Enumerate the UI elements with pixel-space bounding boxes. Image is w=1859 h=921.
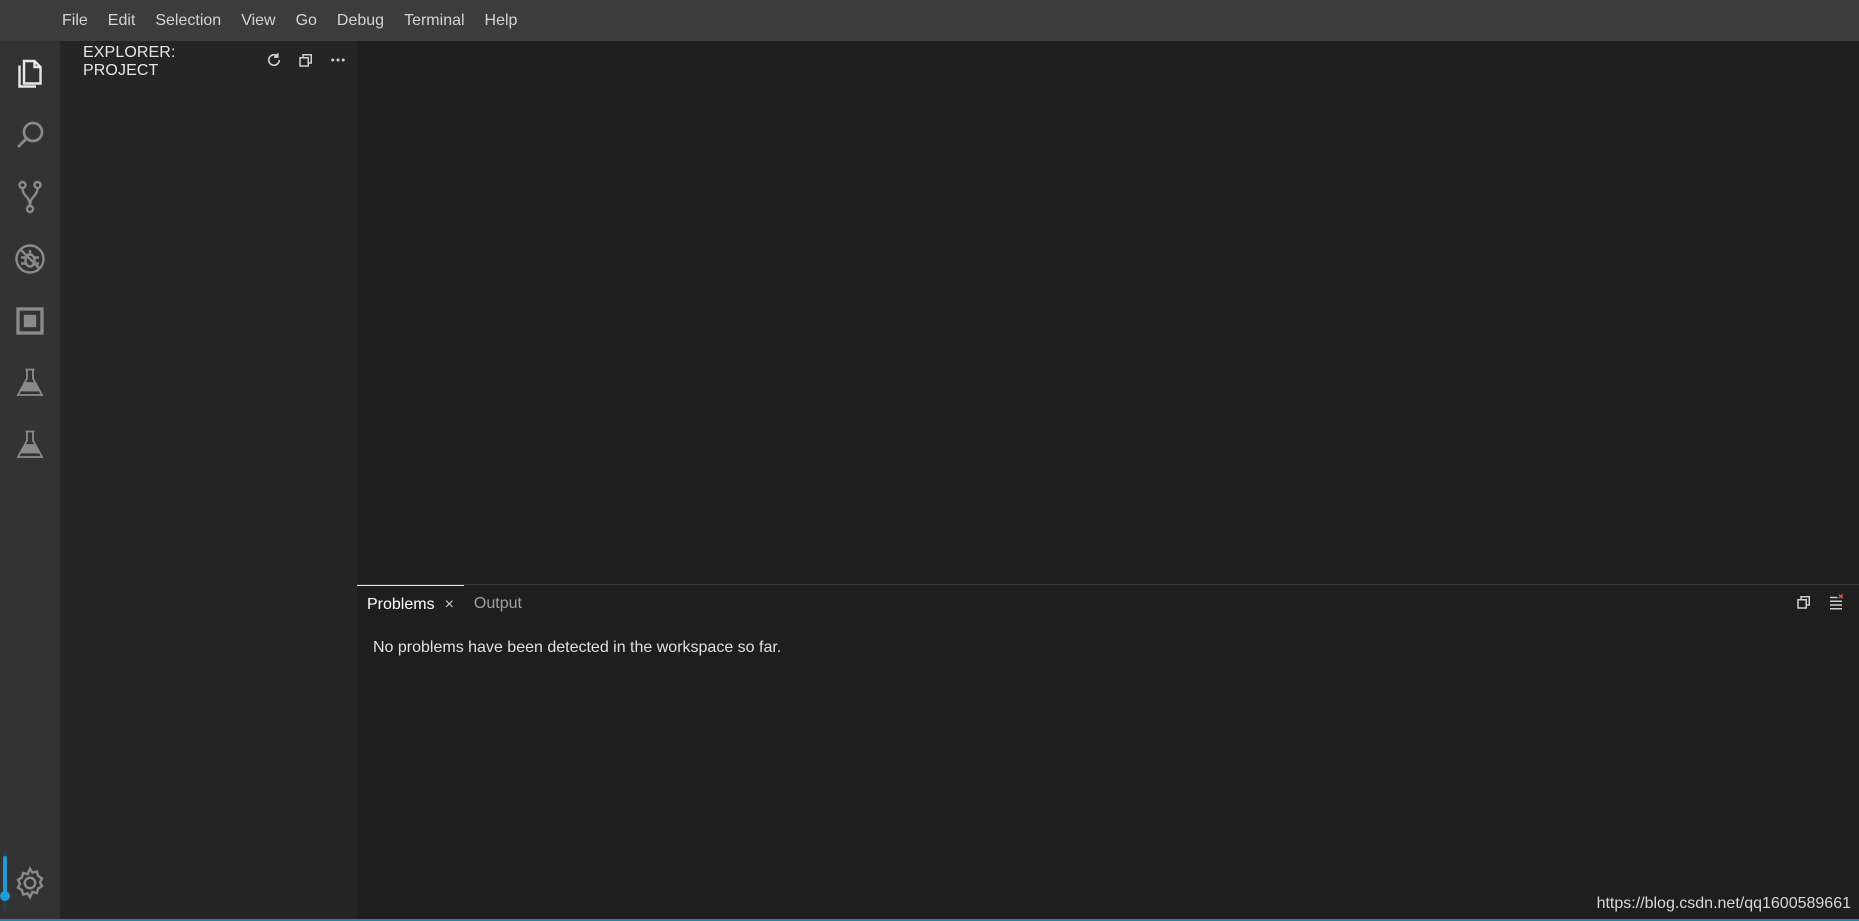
panel-tabs: Problems × Output <box>357 585 532 623</box>
sidebar-title: EXPLORER: PROJECT <box>83 44 176 79</box>
tab-problems[interactable]: Problems × <box>357 585 464 623</box>
debug-icon[interactable] <box>8 237 52 281</box>
flask-icon[interactable] <box>8 361 52 405</box>
sidebar-header: EXPLORER: PROJECT <box>83 44 347 79</box>
editor-area[interactable] <box>357 41 1859 584</box>
extensions-icon[interactable] <box>8 299 52 343</box>
menu-selection[interactable]: Selection <box>155 0 221 41</box>
refresh-icon[interactable] <box>265 51 283 74</box>
watermark: https://blog.csdn.net/qq1600589661 <box>1596 895 1851 912</box>
tab-problems-label: Problems <box>367 595 435 613</box>
search-icon[interactable] <box>8 113 52 157</box>
menu-go[interactable]: Go <box>296 0 317 41</box>
collapse-all-icon[interactable] <box>1795 593 1813 616</box>
menu-terminal[interactable]: Terminal <box>404 0 464 41</box>
collapse-all-icon[interactable] <box>297 51 315 74</box>
sidebar-actions <box>265 51 347 74</box>
zoom-slider-fill <box>3 856 7 896</box>
tab-output-label: Output <box>473 595 522 612</box>
files-icon[interactable] <box>8 51 52 95</box>
close-icon[interactable]: × <box>445 596 454 614</box>
activity-bar <box>0 41 60 921</box>
more-icon[interactable] <box>329 51 347 74</box>
menu-view[interactable]: View <box>241 0 275 41</box>
menu-edit[interactable]: Edit <box>108 0 136 41</box>
gear-icon[interactable] <box>8 861 52 905</box>
clear-all-icon[interactable] <box>1827 593 1845 616</box>
flask-icon[interactable] <box>8 423 52 467</box>
menu-bar: File Edit Selection View Go Debug Termin… <box>0 0 1859 41</box>
menu-file[interactable]: File <box>62 0 88 41</box>
menu-debug[interactable]: Debug <box>337 0 384 41</box>
menu-help[interactable]: Help <box>485 0 518 41</box>
panel-actions <box>1795 593 1845 616</box>
explorer-sidebar: EXPLORER: PROJECT <box>60 41 357 921</box>
source-control-icon[interactable] <box>8 175 52 219</box>
bottom-panel: Problems × Output No problems have been … <box>357 584 1859 921</box>
problems-message: No problems have been detected in the wo… <box>373 639 782 656</box>
tab-output[interactable]: Output <box>464 585 532 623</box>
